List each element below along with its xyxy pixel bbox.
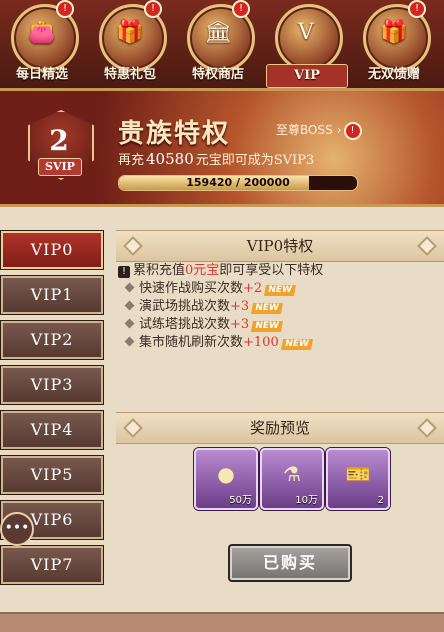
notification-badge: ! xyxy=(232,0,250,18)
svip-level: 2 xyxy=(49,124,69,157)
tab-vip0[interactable]: VIP0 xyxy=(0,230,104,270)
reward-item-coin[interactable]: ● 50万 xyxy=(194,448,258,510)
reward-preview-header: 奖励预览 xyxy=(116,412,444,444)
tab-vip7[interactable]: VIP7 xyxy=(0,545,104,585)
svip-shield-badge: 2 SVIP xyxy=(20,106,98,184)
item-quantity: 2 xyxy=(377,495,384,506)
privilege-header: VIP0特权 xyxy=(116,230,444,262)
notification-badge: ! xyxy=(144,0,162,18)
svip-label: SVIP xyxy=(38,158,82,176)
reward-item-potion[interactable]: ⚗ 10万 xyxy=(260,448,324,510)
bottom-border xyxy=(0,612,444,632)
new-tag: NEW xyxy=(264,285,296,296)
new-tag: NEW xyxy=(251,303,283,314)
chevron-right-icon: › xyxy=(336,123,342,137)
nav-label: VIP xyxy=(266,64,348,88)
coin-icon: ● xyxy=(217,462,235,486)
progress-text: 159420 / 200000 xyxy=(186,176,290,189)
item-quantity: 10万 xyxy=(295,495,318,506)
potion-icon: ⚗ xyxy=(283,462,301,486)
ticket-icon: 🎫 xyxy=(345,462,371,486)
svip-progress-bar: 159420 / 200000 xyxy=(118,175,358,191)
list-item: 快速作战购买次数+2 NEW xyxy=(118,280,444,298)
privilege-list: ! 累积充值0元宝即可享受以下特权 快速作战购买次数+2 NEW 演武场挑战次数+3… xyxy=(118,262,444,352)
ornament-icon xyxy=(417,418,437,438)
notification-badge: ! xyxy=(408,0,426,18)
ornament-icon xyxy=(417,236,437,256)
ornament-icon xyxy=(123,236,143,256)
tab-vip3[interactable]: VIP3 xyxy=(0,365,104,405)
tab-vip4[interactable]: VIP4 xyxy=(0,410,104,450)
tab-vip2[interactable]: VIP2 xyxy=(0,320,104,360)
nav-special-gift-pack[interactable]: 🎁 ! 特惠礼包 xyxy=(90,0,172,88)
nav-label: 每日精选 xyxy=(15,67,68,82)
nav-unrivaled-gift[interactable]: 🎁 ! 无双馈赠 xyxy=(354,0,436,88)
exclamation-icon: ! xyxy=(118,266,130,278)
nav-daily-selection[interactable]: 👛 ! 每日精选 xyxy=(2,0,84,88)
supreme-boss-link[interactable]: 至尊BOSS ›! xyxy=(276,121,362,140)
notification-badge: ! xyxy=(56,0,74,18)
nav-privilege-shop[interactable]: 🏛 ! 特权商店 xyxy=(178,0,260,88)
tab-vip5[interactable]: VIP5 xyxy=(0,455,104,495)
chat-bubble-icon[interactable]: ••• xyxy=(0,512,34,546)
bullet-icon xyxy=(124,282,135,293)
list-item: 演武场挑战次数+3 NEW xyxy=(118,298,444,316)
nav-vip[interactable]: V VIP xyxy=(266,2,348,88)
privilege-intro: ! 累积充值0元宝即可享受以下特权 xyxy=(118,262,444,280)
list-item: 集市随机刷新次数+100 NEW xyxy=(118,334,444,352)
recharge-requirement: 再充 40580 元宝即可成为SVIP3 xyxy=(118,150,315,168)
bullet-icon xyxy=(124,300,135,311)
nav-label: 特权商店 xyxy=(191,67,244,82)
privilege-panel: VIP0特权 ! 累积充值0元宝即可享受以下特权 快速作战购买次数+2 NEW 演武… xyxy=(116,226,444,592)
svip-banner: 2 SVIP 贵族特权 至尊BOSS ›! 再充 40580 元宝即可成为SVIP3 … xyxy=(0,91,444,207)
new-tag: NEW xyxy=(251,321,283,332)
top-nav-bar: 👛 ! 每日精选 🎁 ! 特惠礼包 🏛 ! 特权商店 V VIP 🎁 ! 无双馈… xyxy=(0,0,444,91)
item-quantity: 50万 xyxy=(229,495,252,506)
ornament-icon xyxy=(123,418,143,438)
nav-label: 无双馈赠 xyxy=(367,67,420,82)
reward-items: ● 50万 ⚗ 10万 🎫 2 xyxy=(194,448,394,510)
page-title: 贵族特权 xyxy=(118,119,231,149)
tab-vip1[interactable]: VIP1 xyxy=(0,275,104,315)
nav-label: 特惠礼包 xyxy=(103,67,156,82)
reward-item-ticket[interactable]: 🎫 2 xyxy=(326,448,390,510)
new-tag: NEW xyxy=(280,339,313,350)
notification-badge: ! xyxy=(343,121,362,140)
purchased-button[interactable]: 已购买 xyxy=(228,544,352,582)
bullet-icon xyxy=(124,336,135,347)
bullet-icon xyxy=(124,318,135,329)
list-item: 试练塔挑战次数+3 NEW xyxy=(118,316,444,334)
